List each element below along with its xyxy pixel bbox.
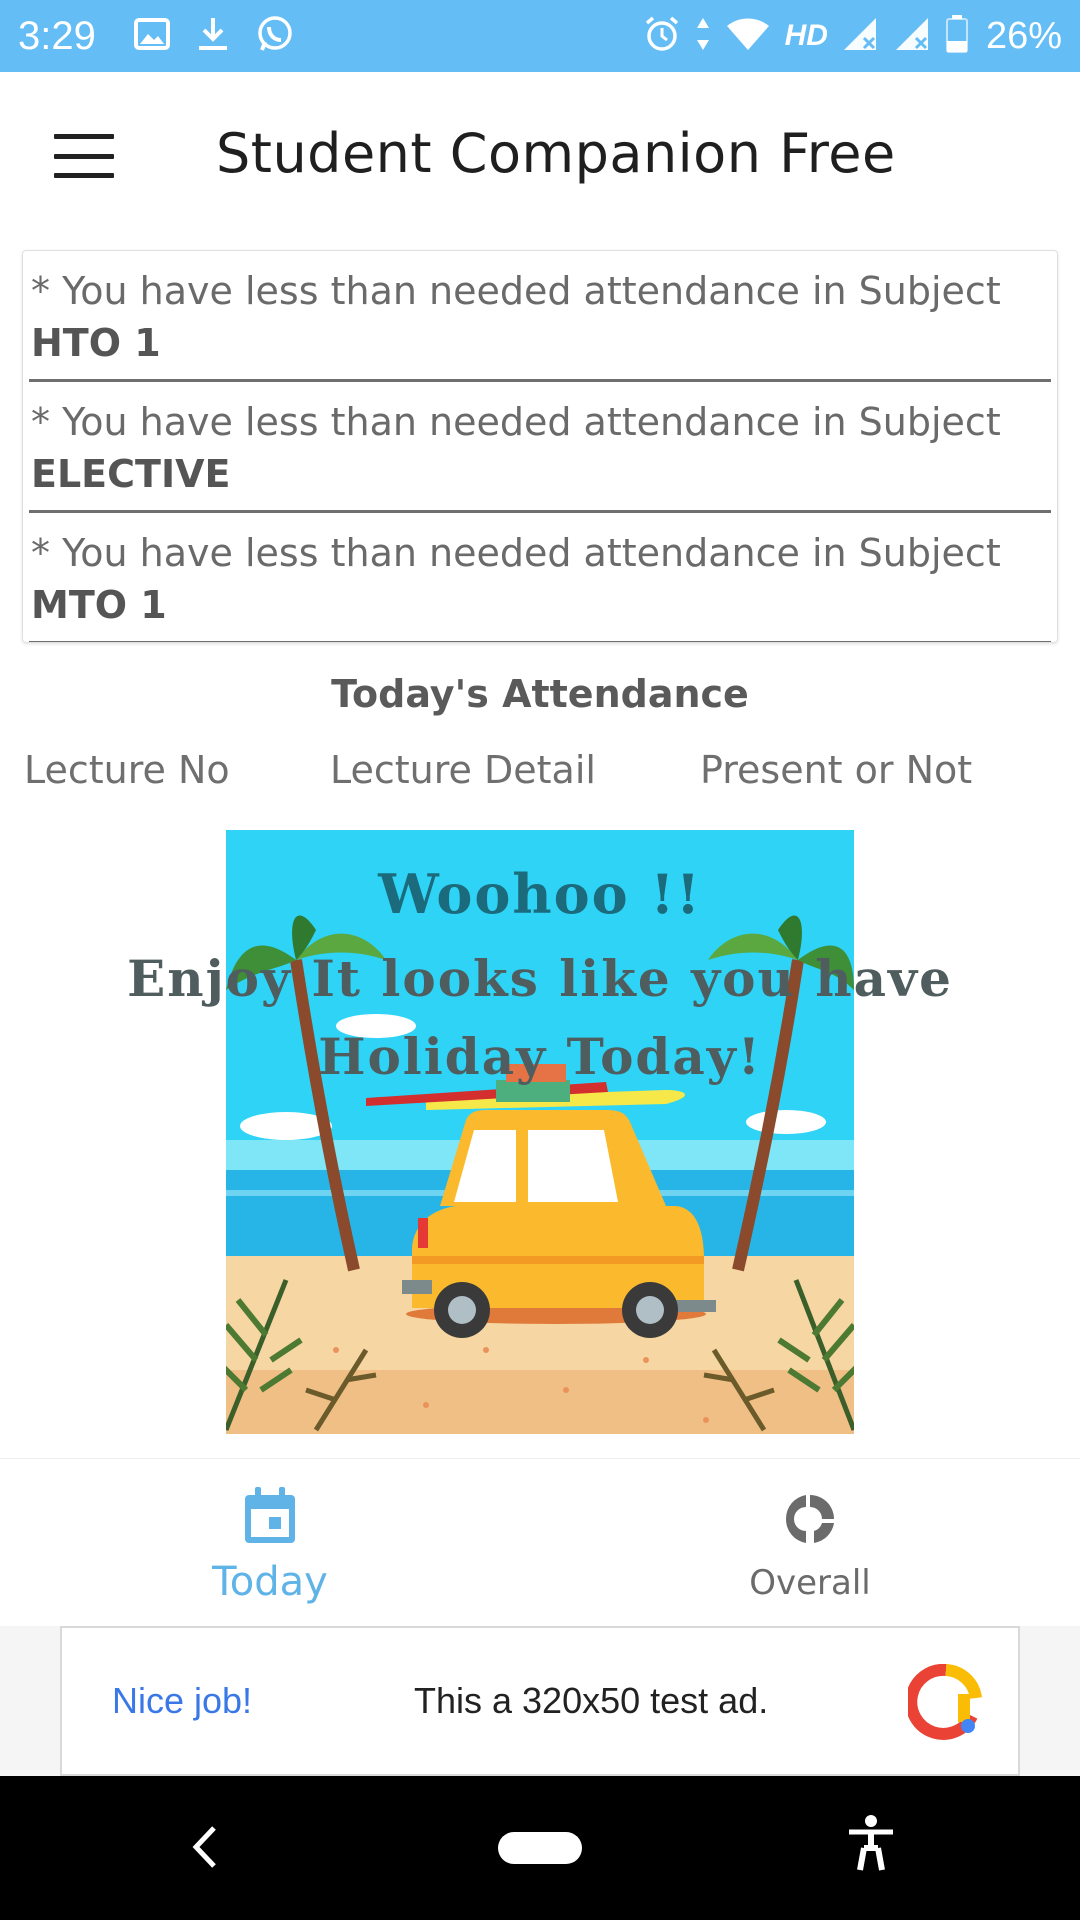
warning-item: * You have less than needed attendance i… (29, 513, 1051, 642)
app-title: Student Companion Free (216, 122, 896, 185)
test-ad-banner[interactable]: Nice job! This a 320x50 test ad. (60, 1626, 1020, 1776)
warning-item: * You have less than needed attendance i… (29, 251, 1051, 382)
column-header-present: Present or Not (700, 748, 973, 792)
status-system-icons: HD 26% (643, 14, 1062, 58)
holiday-message: Enjoy It looks like you have Holiday Tod… (0, 940, 1080, 1096)
donut-chart-icon (782, 1491, 838, 1551)
warning-subject: ELECTIVE (31, 452, 231, 496)
status-notification-icons (133, 15, 294, 58)
download-icon (196, 16, 230, 57)
ad-text: This a 320x50 test ad. (414, 1680, 769, 1721)
tab-today[interactable]: Today (0, 1459, 540, 1627)
calendar-icon (241, 1485, 299, 1551)
warning-text: * You have less than needed attendance i… (31, 400, 1001, 444)
wifi-icon (725, 16, 771, 57)
data-arrows-icon (695, 16, 711, 57)
status-bar: 3:29 HD 26% (0, 0, 1080, 72)
battery-icon (945, 14, 968, 58)
status-time: 3:29 (18, 13, 96, 58)
menu-button[interactable] (44, 126, 124, 186)
system-navigation-bar (0, 1776, 1080, 1920)
warning-item: * You have less than needed attendance i… (29, 382, 1051, 513)
signal-icon (842, 16, 880, 57)
warning-subject: HTO 1 (31, 321, 161, 365)
image-icon (133, 17, 170, 55)
warning-subject: MTO 1 (31, 583, 167, 627)
battery-percent: 26% (985, 14, 1062, 57)
signal-icon (894, 16, 932, 57)
bottom-navigation: Today Overall (0, 1458, 1080, 1626)
todays-attendance-title: Today's Attendance (331, 672, 749, 716)
holiday-message-line: Holiday Today! (318, 1027, 762, 1086)
home-button[interactable] (498, 1832, 582, 1864)
tab-today-label: Today (212, 1559, 328, 1605)
holiday-heading: Woohoo !! (378, 862, 702, 926)
attendance-warnings-list[interactable]: * You have less than needed attendance i… (22, 250, 1058, 643)
hamburger-menu-icon (54, 134, 114, 139)
alarm-icon (643, 15, 681, 58)
warning-text: * You have less than needed attendance i… (31, 531, 1001, 575)
tab-overall[interactable]: Overall (540, 1459, 1080, 1627)
back-button-icon[interactable] (190, 1822, 220, 1876)
network-type: HD (784, 19, 828, 52)
column-header-lecture-no: Lecture No (24, 748, 230, 792)
attendance-column-headers: Lecture No Lecture Detail Present or Not (0, 748, 1080, 802)
whatsapp-icon (256, 15, 294, 58)
tab-overall-label: Overall (749, 1563, 871, 1603)
ad-badge: Nice job! (112, 1680, 253, 1721)
column-header-lecture-detail: Lecture Detail (330, 748, 596, 792)
warning-text: * You have less than needed attendance i… (31, 269, 1001, 313)
admob-logo-icon (905, 1663, 984, 1744)
app-bar: Student Companion Free (0, 72, 1080, 242)
holiday-message-line: Enjoy It looks like you have (127, 949, 953, 1008)
accessibility-icon[interactable] (846, 1814, 896, 1876)
